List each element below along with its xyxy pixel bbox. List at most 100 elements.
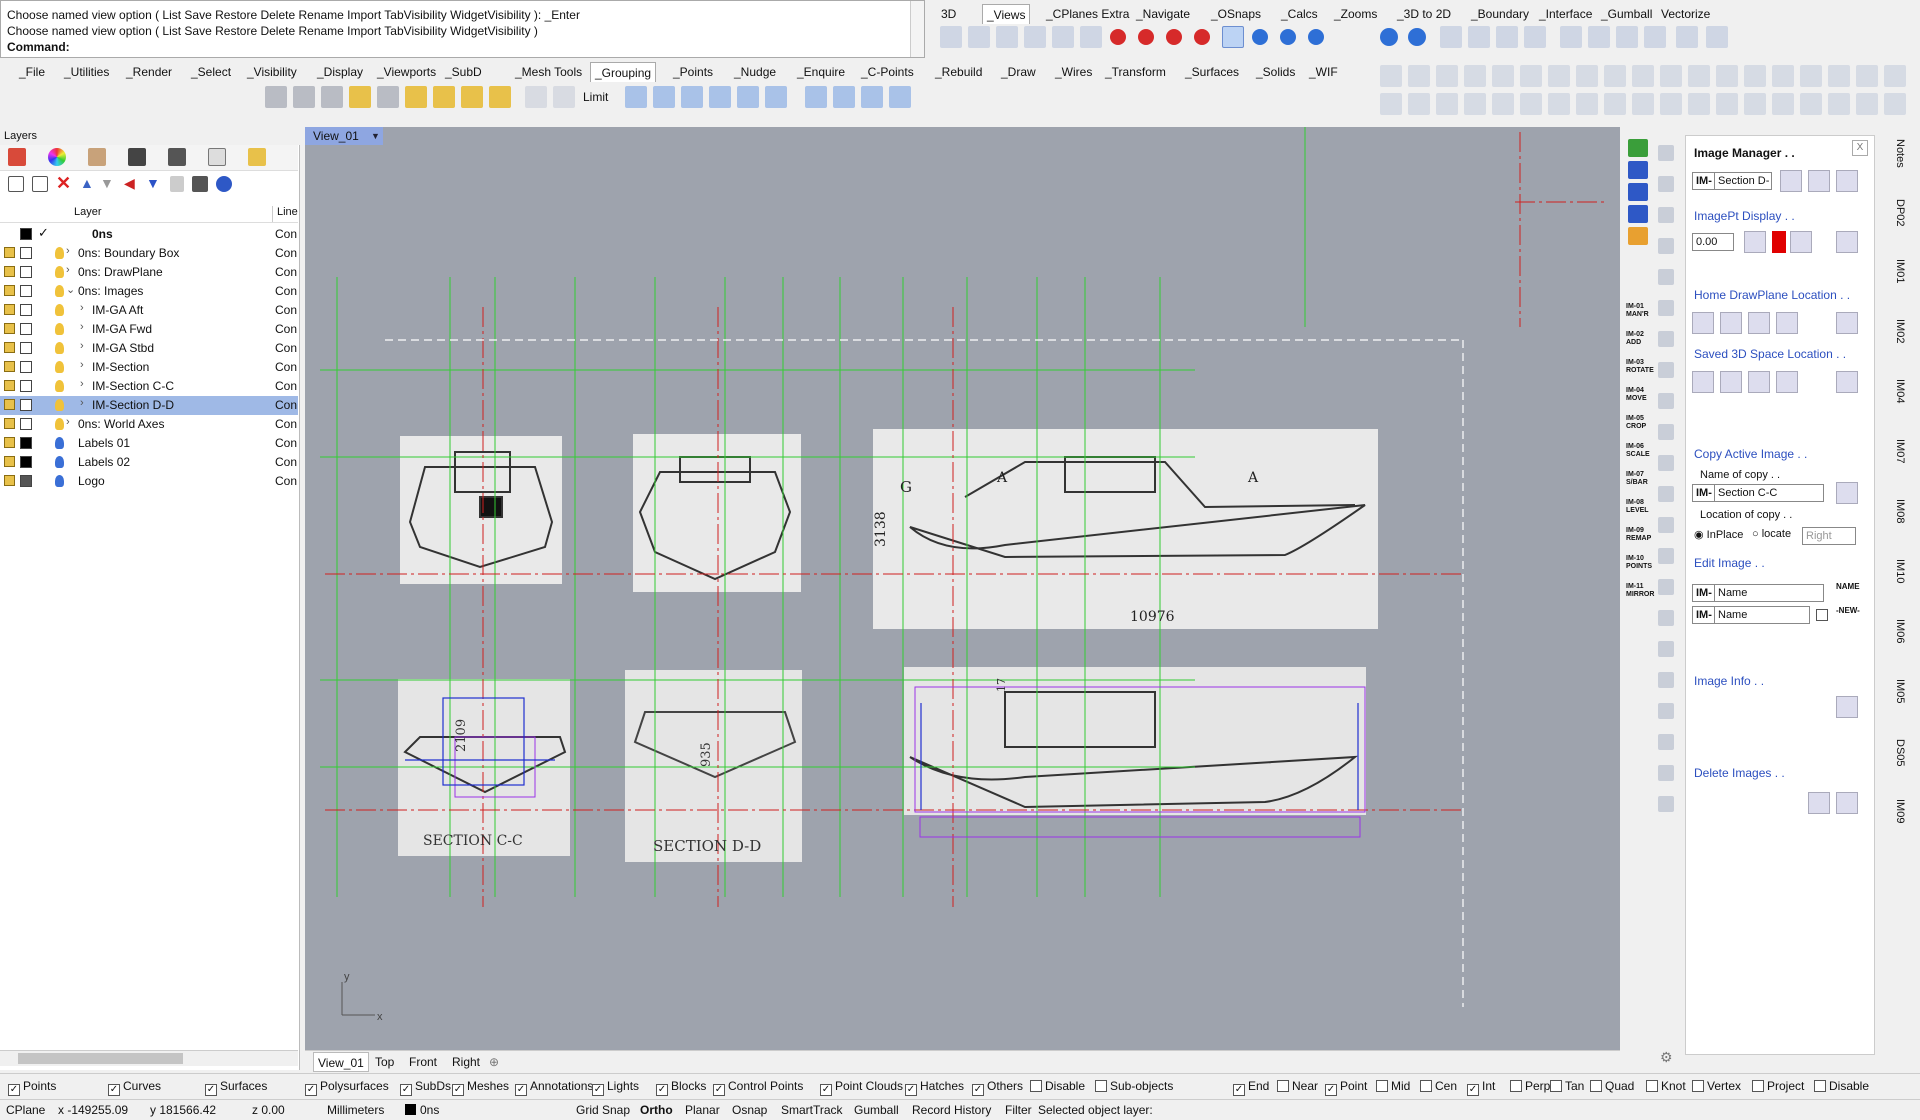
layer-row[interactable]: Labels 02 Con: [0, 453, 298, 472]
tool-icon[interactable]: [1628, 227, 1648, 245]
image-tool-button[interactable]: IM-01 MAN'R: [1626, 303, 1654, 319]
layer-column-header[interactable]: Layer: [74, 206, 102, 218]
location-icon[interactable]: [1836, 371, 1858, 393]
visibility-bulb-icon[interactable]: [55, 285, 64, 297]
lock-icon[interactable]: [4, 456, 15, 467]
tool-icon[interactable]: [1436, 65, 1458, 87]
visibility-bulb-icon[interactable]: [55, 456, 64, 468]
layer-row[interactable]: › IM-GA Stbd Con: [0, 339, 298, 358]
checkbox-box[interactable]: [1752, 1080, 1764, 1092]
group-icon[interactable]: [805, 86, 827, 108]
checkbox-box[interactable]: ✓: [1233, 1084, 1245, 1096]
checkbox-box[interactable]: ✓: [905, 1084, 917, 1096]
toolbar-tab[interactable]: _CPlanes Extra: [1042, 4, 1133, 24]
viewport-tab[interactable]: Right: [448, 1052, 484, 1072]
filter-checkbox[interactable]: ✓ Points: [8, 1079, 56, 1096]
viewport-drawing[interactable]: G 3138 10976 A A SECTION C-C SECTION D-D…: [305, 127, 1620, 1050]
toolbar-tab[interactable]: 3D: [937, 4, 960, 24]
tool-icon[interactable]: [1628, 183, 1648, 201]
inplace-radio[interactable]: ◉ InPlace: [1694, 528, 1743, 541]
new-button[interactable]: -NEW-: [1836, 606, 1860, 615]
checkbox-box[interactable]: [1590, 1080, 1602, 1092]
tool-icon[interactable]: [1744, 93, 1766, 115]
help-icon[interactable]: [216, 176, 232, 192]
named-view-2-icon[interactable]: [1138, 29, 1154, 45]
lock-icon[interactable]: [4, 380, 15, 391]
tool-icon[interactable]: [1856, 93, 1878, 115]
group-icon[interactable]: [265, 86, 287, 108]
tool-icon[interactable]: [1658, 207, 1674, 223]
layer-color-swatch[interactable]: [20, 399, 32, 411]
image-tool-button[interactable]: IM-07 S/BAR: [1626, 471, 1654, 487]
chevron-right-icon[interactable]: ›: [66, 245, 70, 257]
tool-icon[interactable]: [1628, 161, 1648, 179]
tool-icon[interactable]: [1658, 517, 1674, 533]
toolbar-tab[interactable]: _Grouping: [590, 62, 657, 82]
new-sublayer-icon[interactable]: [32, 176, 48, 192]
toolbar-tab[interactable]: _Viewports: [373, 62, 440, 82]
tool-icon[interactable]: [1632, 65, 1654, 87]
edit-name-input-2[interactable]: Name: [1714, 606, 1810, 624]
tool-icon[interactable]: [1772, 93, 1794, 115]
group-icon[interactable]: [833, 86, 855, 108]
layers-hscrollbar[interactable]: [0, 1050, 298, 1066]
layer-color-swatch[interactable]: [20, 304, 32, 316]
drawplane-delete-icon[interactable]: [1748, 312, 1770, 334]
tool-icon[interactable]: [1658, 579, 1674, 595]
tool-icon[interactable]: [1772, 65, 1794, 87]
layer-linetype[interactable]: Con: [275, 455, 297, 469]
toolbar-tab[interactable]: _Interface: [1535, 4, 1596, 24]
locate-radio[interactable]: ○ locate: [1752, 528, 1791, 540]
checkbox-box[interactable]: ✓: [1467, 1084, 1479, 1096]
tool-icon[interactable]: [1658, 641, 1674, 657]
tool-icon[interactable]: [1658, 238, 1674, 254]
toolbar-tab[interactable]: _Points: [669, 62, 717, 82]
tool-icon[interactable]: [1658, 145, 1674, 161]
lock-icon[interactable]: [4, 418, 15, 429]
view-sp-icon[interactable]: [1380, 28, 1398, 46]
toolbar-tab[interactable]: _Views: [982, 4, 1031, 24]
layer-linetype[interactable]: Con: [275, 417, 297, 431]
delete-image-icon[interactable]: [1808, 792, 1830, 814]
layer-row[interactable]: ⌄ 0ns: Images Con: [0, 282, 298, 301]
location-icon[interactable]: [1776, 371, 1798, 393]
tool-icon[interactable]: [1688, 93, 1710, 115]
panel-tab[interactable]: IM01: [1894, 259, 1906, 283]
toolbar-tab[interactable]: Vectorize: [1657, 4, 1714, 24]
filter-checkbox[interactable]: ✓ Blocks: [656, 1079, 706, 1096]
new-layer-icon[interactable]: [8, 176, 24, 192]
tool-icon[interactable]: [1520, 93, 1542, 115]
planar-toggle[interactable]: Planar: [685, 1103, 720, 1117]
checkbox-box[interactable]: ✓: [400, 1084, 412, 1096]
view-icon[interactable]: [1440, 26, 1462, 48]
checkbox-box[interactable]: ✓: [8, 1084, 20, 1096]
group-icon[interactable]: [765, 86, 787, 108]
tool-icon[interactable]: [1658, 300, 1674, 316]
named-view-blue-3-icon[interactable]: [1280, 29, 1296, 45]
osnap-checkbox[interactable]: Disable: [1814, 1079, 1869, 1093]
layer-color-swatch[interactable]: [20, 228, 32, 240]
move-up-icon[interactable]: ▲: [80, 175, 94, 191]
layer-linetype[interactable]: Con: [275, 322, 297, 336]
filter-checkbox[interactable]: ✓ SubDs: [400, 1079, 451, 1096]
image-tool-button[interactable]: IM-10 POINTS: [1626, 555, 1654, 571]
toolbar-tab[interactable]: _Boundary: [1467, 4, 1533, 24]
tool-icon[interactable]: [1658, 610, 1674, 626]
color-wheel-icon[interactable]: [48, 148, 66, 166]
checkbox-box[interactable]: ✓: [305, 1084, 317, 1096]
layer-color-swatch[interactable]: [20, 323, 32, 335]
view-icon[interactable]: [1524, 26, 1546, 48]
image-ga-stbd[interactable]: [873, 429, 1378, 629]
tool-icon[interactable]: [1658, 393, 1674, 409]
chevron-right-icon[interactable]: ›: [80, 302, 84, 314]
toolbar-tab[interactable]: _Gumball: [1597, 4, 1656, 24]
layers-icon[interactable]: [8, 148, 26, 166]
tool-icon[interactable]: [1632, 93, 1654, 115]
layer-row[interactable]: › 0ns: World Axes Con: [0, 415, 298, 434]
checkbox-box[interactable]: ✓: [1325, 1084, 1337, 1096]
layer-linetype[interactable]: Con: [275, 303, 297, 317]
named-view-4-icon[interactable]: [1194, 29, 1210, 45]
tool-icon[interactable]: [1548, 93, 1570, 115]
panel-tab[interactable]: Notes: [1894, 139, 1906, 168]
checkbox-box[interactable]: ✓: [452, 1084, 464, 1096]
